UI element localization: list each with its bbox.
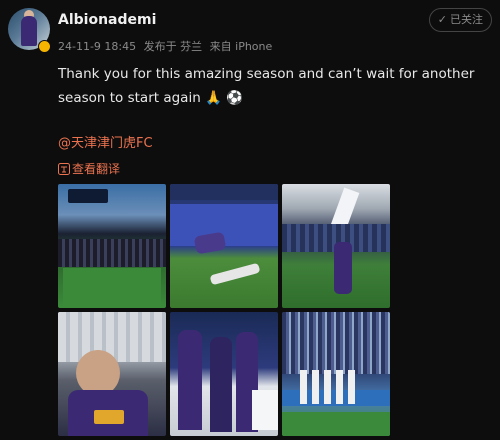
post-meta: 24-11-9 18:45 发布于 芬兰 来自 iPhone (58, 38, 276, 54)
photo-3[interactable] (282, 184, 390, 308)
photo-1[interactable] (58, 184, 166, 308)
photo-4[interactable] (58, 312, 166, 436)
photo-gallery (58, 184, 390, 436)
verified-badge-icon (38, 40, 51, 53)
mention-link[interactable]: @天津津门虎FC (58, 132, 153, 151)
check-icon: ✓ (437, 13, 447, 26)
follow-button[interactable]: ✓ 已关注 (428, 8, 492, 32)
published-location: 发布于 芬兰 (143, 40, 203, 53)
translate-label: 查看翻译 (72, 162, 121, 176)
post-text: Thank you for this amazing season and ca… (58, 66, 475, 106)
device-source: 来自 iPhone (209, 40, 273, 53)
follow-label: 已关注 (450, 13, 483, 26)
translate-link[interactable]: 查看翻译 (58, 160, 120, 177)
photo-5[interactable] (170, 312, 278, 436)
timestamp: 24-11-9 18:45 (58, 40, 137, 53)
avatar-figure (21, 16, 37, 46)
translate-icon (58, 162, 70, 175)
username[interactable]: Albionademi (58, 12, 156, 28)
photo-6[interactable] (282, 312, 390, 436)
photo-2[interactable] (170, 184, 278, 308)
